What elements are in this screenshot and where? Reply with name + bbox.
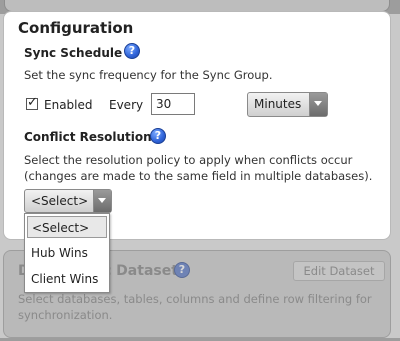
- conflict-description-line1: Select the resolution policy to apply wh…: [24, 153, 353, 167]
- sync-schedule-description: Set the sync frequency for the Sync Grou…: [24, 68, 273, 82]
- conflict-resolution-options: <Select> Hub Wins Client Wins: [24, 213, 110, 293]
- dataset-description-line2: synchronization.: [18, 308, 113, 322]
- conflict-resolution-select[interactable]: <Select>: [24, 189, 112, 213]
- option-client-wins[interactable]: Client Wins: [27, 268, 107, 290]
- chevron-down-icon: [314, 101, 322, 106]
- every-label: Every: [109, 98, 144, 112]
- option-hub-wins[interactable]: Hub Wins: [27, 242, 107, 264]
- checkmark-icon: ✓: [27, 95, 38, 110]
- dataset-description-line1: Select databases, tables, columns and de…: [18, 292, 372, 306]
- chevron-down-icon: [98, 198, 106, 203]
- enabled-checkbox[interactable]: ✓: [26, 95, 38, 110]
- conflict-resolution-value: <Select>: [31, 194, 89, 208]
- sync-schedule-heading: Sync Schedule: [24, 46, 123, 60]
- sync-schedule-help-icon[interactable]: ?: [124, 43, 140, 59]
- sync-interval-input[interactable]: [151, 93, 195, 115]
- sync-unit-select[interactable]: Minutes: [247, 92, 328, 117]
- configuration-panel: Configuration Sync Schedule ? Set the sy…: [3, 11, 391, 240]
- dataset-help-icon[interactable]: ?: [174, 262, 190, 278]
- enabled-label: Enabled: [44, 98, 93, 112]
- sync-unit-dropdown-button[interactable]: [309, 93, 327, 116]
- conflict-description-line2: (changes are made to the same field in m…: [24, 169, 373, 183]
- option-select[interactable]: <Select>: [27, 216, 107, 238]
- sync-unit-value: Minutes: [254, 97, 302, 111]
- panel-title: Configuration: [18, 19, 134, 37]
- conflict-resolution-dropdown-button[interactable]: [93, 190, 111, 212]
- conflict-resolution-help-icon[interactable]: ?: [150, 128, 166, 144]
- edit-dataset-button[interactable]: Edit Dataset: [293, 261, 385, 281]
- conflict-resolution-heading: Conflict Resolution: [24, 130, 152, 144]
